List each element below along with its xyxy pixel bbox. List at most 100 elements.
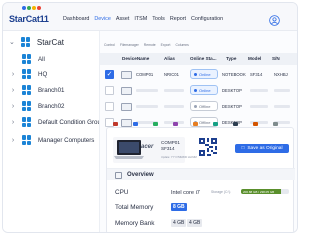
status-badge: Online xyxy=(190,69,218,79)
menu-item-asset[interactable]: Asset xyxy=(116,16,129,22)
group-icon-square xyxy=(22,122,26,127)
status-dot xyxy=(194,88,197,92)
redacted-name xyxy=(136,105,158,108)
device-panel: Control Filemanager Remote Export Column… xyxy=(99,31,297,232)
user-icon[interactable] xyxy=(269,15,280,26)
column-device-name[interactable]: DeviceName xyxy=(122,56,149,61)
menu-item-configuration[interactable]: Configuration xyxy=(191,16,223,22)
chevron-right-icon[interactable]: › xyxy=(9,119,17,126)
group-icon xyxy=(22,101,32,111)
redacted-alias xyxy=(164,105,184,108)
tree-item-all[interactable]: All xyxy=(9,54,45,64)
group-icon-square xyxy=(20,37,25,42)
menu-item-report[interactable]: Report xyxy=(170,16,186,22)
main-menu: Dashboard Device Asset ITSM Tools Report… xyxy=(63,16,223,22)
tree-item-hq[interactable]: › HQ xyxy=(9,69,47,79)
tab-icon-storage[interactable] xyxy=(213,122,218,126)
group-icon-square xyxy=(22,69,26,74)
chevron-right-icon[interactable]: › xyxy=(9,103,17,110)
tree-root[interactable]: ⌄ StarCat xyxy=(9,37,64,47)
tab-icon-hardware[interactable] xyxy=(133,122,138,126)
overview-header[interactable]: Overview xyxy=(107,168,295,180)
brand-logo: acer xyxy=(141,144,154,150)
cpu-value: Intel core i7 xyxy=(171,189,200,196)
top-bar: StarCat11 Dashboard Device Asset ITSM To… xyxy=(3,3,297,31)
status-dot xyxy=(194,104,197,108)
column-model[interactable]: Model xyxy=(248,56,261,61)
redacted-name xyxy=(136,89,158,92)
laptop-icon xyxy=(114,140,144,159)
group-icon-square xyxy=(25,37,30,42)
tree-root-label: StarCat xyxy=(36,37,64,47)
save-icon: □ xyxy=(241,146,245,151)
storage-label: Storage (C:\) xyxy=(211,190,231,194)
device-type: DESKTOP xyxy=(222,104,242,109)
tree-item-branch01[interactable]: › Branch01 xyxy=(9,85,65,95)
tab-icon-network[interactable] xyxy=(173,122,178,126)
tab-icon-software[interactable] xyxy=(153,122,158,126)
tree-item-label: Branch02 xyxy=(38,102,65,110)
group-icon-square xyxy=(25,42,30,47)
table-row[interactable]: Offline DESKTOP xyxy=(100,99,297,115)
detail-update-time: Update: YYYY/MM/DD HH:MM xyxy=(161,156,197,159)
group-icon-square xyxy=(22,90,26,95)
logo-text: StarCat11 xyxy=(9,14,49,24)
detail-tabs xyxy=(107,122,295,129)
group-icon-square xyxy=(27,54,31,59)
toolbar-control[interactable]: Control xyxy=(104,43,115,47)
device-detail-card: acer COMP01 SF314 Update: YYYY/MM/DD HH:… xyxy=(106,122,295,232)
group-icon-square xyxy=(27,90,31,95)
table-row[interactable]: Online DESKTOP xyxy=(100,83,297,99)
chevron-right-icon[interactable]: › xyxy=(9,87,17,94)
tree-item-default-condition-group[interactable]: › Default Condition Group xyxy=(9,117,104,127)
tree-item-manager-computers[interactable]: › Manager Computers xyxy=(9,135,94,145)
toolbar-remote[interactable]: Remote xyxy=(144,43,156,47)
app-window: StarCat11 Dashboard Device Asset ITSM To… xyxy=(2,2,298,233)
menu-item-itsm[interactable]: ITSM xyxy=(134,16,147,22)
group-icon-square xyxy=(27,117,31,122)
logo-dot xyxy=(37,6,41,10)
toolbar-columns[interactable]: Columns xyxy=(175,43,188,47)
computer-icon xyxy=(121,87,132,95)
chevron-down-icon[interactable]: ⌄ xyxy=(9,38,15,46)
column-alias[interactable]: Alias xyxy=(164,56,175,61)
save-as-original-label: Save as Original xyxy=(247,146,283,151)
group-icon xyxy=(22,69,32,79)
tab-icon-users[interactable] xyxy=(233,122,238,126)
qr-code-icon[interactable] xyxy=(199,138,217,156)
table-row[interactable]: ✓ COMP01 NRIC01 Online NOTEBOOK SF314 NX… xyxy=(100,67,297,83)
group-icon-square xyxy=(22,140,26,145)
group-icon-square xyxy=(27,140,31,145)
column-online-status[interactable]: Online Sta... xyxy=(190,56,217,61)
group-icon-square xyxy=(27,74,31,79)
column-sn[interactable]: S/N xyxy=(272,56,280,61)
toolbar-export[interactable]: Export xyxy=(161,43,171,47)
toolbar-filemanager[interactable]: Filemanager xyxy=(120,43,139,47)
row-checkbox[interactable] xyxy=(105,86,114,95)
tab-icon-logs[interactable] xyxy=(253,122,258,126)
tab-icon-security[interactable] xyxy=(193,122,198,126)
tab-icon-more[interactable] xyxy=(273,122,278,126)
redacted-model xyxy=(250,89,268,92)
device-alias: NRIC01 xyxy=(164,72,179,77)
row-checkbox[interactable]: ✓ xyxy=(105,70,114,79)
tab-icon-general[interactable] xyxy=(113,122,118,126)
detail-device-name-line1: COMP01 xyxy=(161,140,180,145)
tree-item-label: Branch01 xyxy=(38,86,65,94)
memory-bank-label: Memory Bank xyxy=(115,220,155,227)
chevron-right-icon[interactable]: › xyxy=(9,137,17,144)
app-logo[interactable]: StarCat11 xyxy=(9,6,55,28)
tree-item-branch02[interactable]: › Branch02 xyxy=(9,101,65,111)
storage-usage-text: 200.88 GB / 238.05 GB xyxy=(243,189,275,194)
row-checkbox[interactable] xyxy=(105,102,114,111)
menu-item-tools[interactable]: Tools xyxy=(152,16,165,22)
menu-item-device[interactable]: Device xyxy=(94,16,110,22)
chevron-right-icon[interactable]: › xyxy=(9,71,17,78)
group-icon-square xyxy=(27,106,31,111)
save-as-original-button[interactable]: □ Save as Original xyxy=(235,144,289,153)
menu-item-dashboard[interactable]: Dashboard xyxy=(63,16,89,22)
column-type[interactable]: Type xyxy=(226,56,236,61)
group-icon xyxy=(20,37,31,47)
tree-item-label: Default Condition Group xyxy=(38,118,105,126)
redacted-sn xyxy=(274,105,290,108)
